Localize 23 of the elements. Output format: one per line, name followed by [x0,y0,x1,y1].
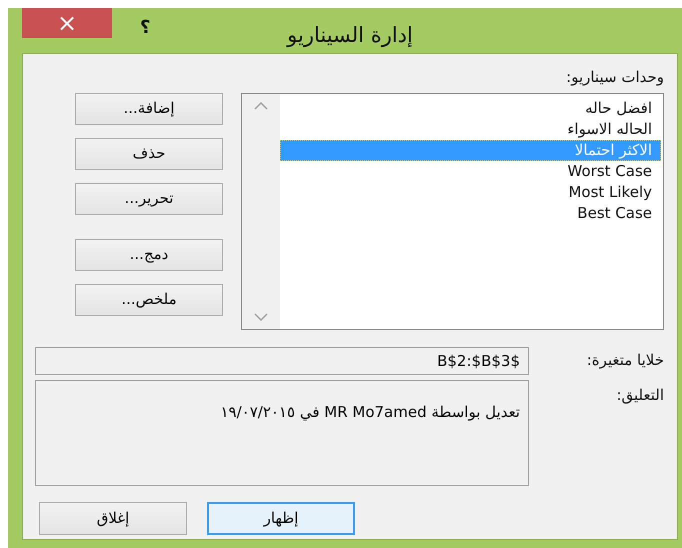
action-button[interactable]: تحرير... [75,182,223,214]
comment-label: التعليق: [615,384,664,406]
scenario-item[interactable]: Most Likely [280,182,661,202]
scroll-up-icon[interactable] [254,102,268,110]
scenario-item[interactable]: افضل حاله [280,98,661,118]
dialog-button[interactable]: إظهار [207,502,355,534]
action-button[interactable]: إضافة... [75,92,223,124]
changing-cells-field[interactable]: $B$2:$B$3 [35,346,529,374]
window-title: إدارة السيناريو [287,23,413,47]
comment-field[interactable]: تعديل بواسطة MR Mo7amed في ١٩/٠٧/٢٠١٥ [35,380,529,486]
scrollbar[interactable] [242,94,280,328]
action-button[interactable]: ملخص... [75,284,223,316]
help-button[interactable]: ؟ [140,14,150,41]
dialog-button[interactable]: إغلاق [39,502,187,534]
scenarios-label: وحدات سيناريو: [566,68,664,86]
action-button[interactable]: دمج... [75,238,223,270]
scenario-item[interactable]: Worst Case [280,160,661,182]
close-button[interactable]: × [22,8,112,38]
scroll-down-icon[interactable] [254,312,268,320]
scenario-item[interactable]: الحاله الاسواء [280,118,661,140]
scenario-item[interactable]: Best Case [280,202,661,224]
action-button[interactable]: حذف [75,138,223,170]
changing-cells-label: خلايا متغيرة: [586,350,664,372]
